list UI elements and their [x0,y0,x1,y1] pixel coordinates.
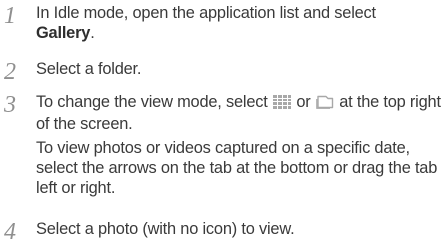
step-text-part: . [90,24,95,42]
step-text-part: To change the view mode, select [36,93,272,111]
step-number: 2 [4,59,16,85]
step-number: 1 [4,3,16,29]
step-text-part: In Idle mode, open the application list … [36,4,376,22]
step-text-part: or [291,93,315,111]
step-text: Select a folder. [36,60,142,78]
step-note: To view photos or videos captured on a s… [36,139,438,197]
grid-view-icon [272,94,291,114]
step-text: Select a photo (with no icon) to view. [36,220,295,238]
step-text: To change the view mode, select or at th… [36,92,444,134]
tab-view-icon [316,94,334,114]
step-number: 3 [4,92,16,118]
step-text: In Idle mode, open the application list … [36,3,444,43]
gallery-label: Gallery [36,24,91,42]
step-number: 4 [4,219,16,245]
